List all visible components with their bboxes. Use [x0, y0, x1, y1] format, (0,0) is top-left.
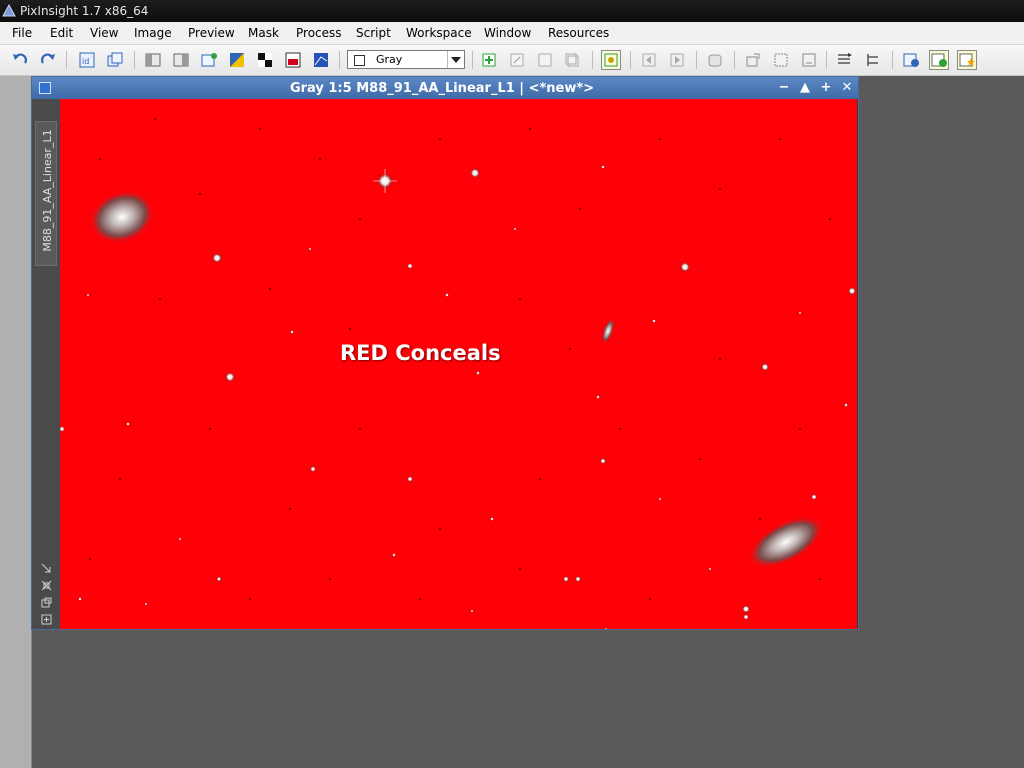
toolbar: id Gray: [0, 45, 1024, 76]
store-preview-icon[interactable]: [536, 51, 554, 69]
fit-view-icon[interactable]: [41, 563, 52, 574]
toolbar-separator: [339, 51, 340, 69]
zoom-to-fit-icon[interactable]: [41, 580, 52, 591]
zoom-fit-icon[interactable]: [144, 51, 162, 69]
menu-view[interactable]: View: [90, 26, 118, 40]
screen-transfer-icon[interactable]: [284, 51, 302, 69]
toolbar-separator: [826, 51, 827, 69]
app-title: PixInsight 1.7 x86_64: [20, 4, 149, 18]
menu-script[interactable]: Script: [356, 26, 391, 40]
menu-workspace[interactable]: Workspace: [406, 26, 472, 40]
readout-icon[interactable]: [800, 51, 818, 69]
info-icon[interactable]: [902, 51, 920, 69]
mask-mode-swatch: [354, 55, 365, 66]
close-icon[interactable]: ✕: [839, 80, 855, 96]
main-view-tab[interactable]: M88_91_AA_Linear_L1: [35, 121, 57, 266]
undo-icon[interactable]: [11, 51, 29, 69]
pixinsight-logo-icon: [2, 4, 16, 17]
toolbar-separator: [66, 51, 67, 69]
check-icon[interactable]: [929, 50, 949, 70]
image-window[interactable]: Gray 1:5 M88_91_AA_Linear_L1 | <*new*> −…: [31, 76, 859, 630]
mask-show-icon[interactable]: [256, 51, 274, 69]
zoom-out-icon[interactable]: [772, 51, 790, 69]
toolbar-separator: [134, 51, 135, 69]
maximize-icon[interactable]: +: [818, 80, 834, 96]
previous-icon[interactable]: [640, 51, 658, 69]
toolbar-separator: [696, 51, 697, 69]
menu-bar: File Edit View Image Preview Mask Proces…: [0, 22, 1024, 45]
left-dock-panel: [0, 76, 32, 768]
minimize-icon[interactable]: −: [776, 80, 792, 96]
menu-process[interactable]: Process: [296, 26, 342, 40]
explorer-icon[interactable]: [836, 51, 854, 69]
toolbar-separator: [592, 51, 593, 69]
new-preview-icon[interactable]: [200, 51, 218, 69]
menu-mask[interactable]: Mask: [248, 26, 279, 40]
new-view-icon[interactable]: [41, 597, 52, 608]
zoom-window-icon[interactable]: [172, 51, 190, 69]
process-console-icon[interactable]: [864, 51, 882, 69]
mask-mode-value: Gray: [376, 53, 403, 66]
pan-mode-icon[interactable]: [601, 50, 621, 70]
menu-preview[interactable]: Preview: [188, 26, 235, 40]
chevron-down-icon[interactable]: [447, 51, 464, 68]
clone-icon[interactable]: [106, 51, 124, 69]
identifier-icon[interactable]: id: [78, 51, 96, 69]
mask-mode-select[interactable]: Gray: [347, 50, 465, 69]
menu-edit[interactable]: Edit: [50, 26, 73, 40]
image-window-title-bar[interactable]: Gray 1:5 M88_91_AA_Linear_L1 | <*new*> −…: [32, 77, 858, 99]
menu-window[interactable]: Window: [484, 26, 531, 40]
toolbar-separator: [734, 51, 735, 69]
image-window-title: Gray 1:5 M88_91_AA_Linear_L1 | <*new*>: [289, 81, 595, 96]
menu-file[interactable]: File: [12, 26, 32, 40]
main-view-tab-label: M88_91_AA_Linear_L1: [41, 129, 54, 252]
next-icon[interactable]: [668, 51, 686, 69]
shade-icon[interactable]: ▲: [797, 80, 813, 96]
hand-icon[interactable]: [706, 51, 724, 69]
zoom-in-icon[interactable]: [744, 51, 762, 69]
toolbar-separator: [892, 51, 893, 69]
menu-resources[interactable]: Resources: [548, 26, 609, 40]
redo-icon[interactable]: [39, 51, 57, 69]
favorites-icon[interactable]: [957, 50, 977, 70]
auto-stretch-icon[interactable]: [312, 51, 330, 69]
restore-preview-icon[interactable]: [564, 51, 582, 69]
svg-text:id: id: [82, 57, 89, 66]
canvas-overlay-text: RED Conceals: [340, 341, 501, 365]
invert-icon[interactable]: [228, 51, 246, 69]
add-preview-icon[interactable]: [41, 614, 52, 625]
app-title-bar: PixInsight 1.7 x86_64: [0, 0, 1024, 22]
toolbar-separator: [472, 51, 473, 69]
toolbar-separator: [630, 51, 631, 69]
image-canvas[interactable]: RED Conceals: [60, 99, 857, 629]
new-image-icon[interactable]: [480, 51, 498, 69]
menu-image[interactable]: Image: [134, 26, 172, 40]
edit-preview-icon[interactable]: [508, 51, 526, 69]
image-window-side-bar: M88_91_AA_Linear_L1: [32, 99, 60, 629]
